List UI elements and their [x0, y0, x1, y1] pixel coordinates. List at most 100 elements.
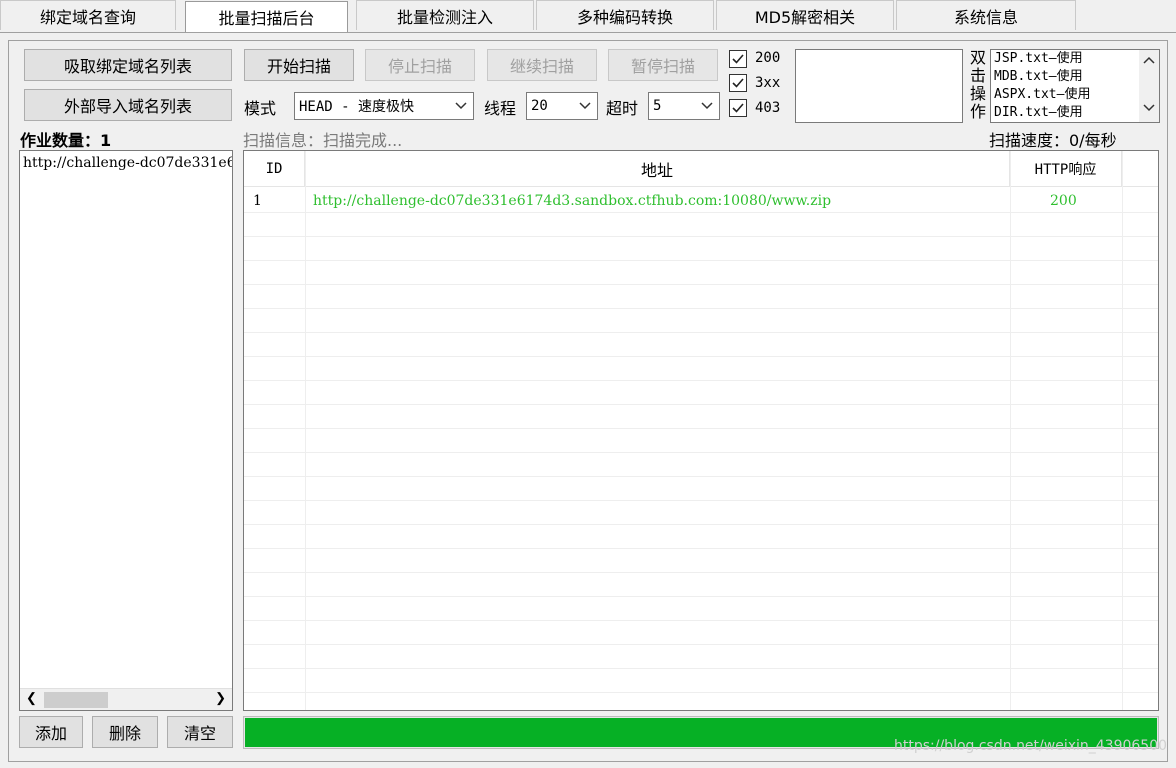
row-divider	[244, 548, 1158, 549]
tab-bind-domain-query[interactable]: 绑定域名查询	[0, 0, 176, 30]
checkbox-200-label: 200	[755, 50, 781, 66]
mode-select[interactable]: HEAD - 速度极快	[294, 92, 474, 120]
tab-label: 系统信息	[953, 7, 1018, 27]
watermark: https://blog.csdn.net/weixin_43906500	[894, 738, 1168, 754]
continue-scan-button[interactable]: 继续扫描	[487, 49, 597, 81]
chevron-down-icon[interactable]	[695, 93, 719, 119]
dictionary-list[interactable]: JSP.txt—使用 MDB.txt—使用 ASPX.txt—使用 DIR.tx…	[990, 49, 1160, 123]
label-char: 击	[969, 66, 986, 85]
tab-label: 批量扫描后台	[218, 9, 315, 28]
grab-domain-list-button[interactable]: 吸取绑定域名列表	[24, 49, 232, 81]
scroll-thumb[interactable]	[44, 692, 108, 708]
timeout-label: 超时	[606, 99, 639, 118]
button-label: 暂停扫描	[630, 57, 695, 76]
tab-batch-sql-injection[interactable]: 批量检测注入	[356, 0, 534, 30]
row-divider	[244, 524, 1158, 525]
button-label: 继续扫描	[509, 57, 574, 76]
tab-system-info[interactable]: 系统信息	[896, 0, 1076, 30]
list-item[interactable]: MDB.txt—使用	[994, 68, 1159, 86]
pause-scan-button[interactable]: 暂停扫描	[608, 49, 718, 81]
row-divider	[244, 620, 1158, 621]
row-divider	[244, 500, 1158, 501]
scroll-left-icon[interactable]: ❮	[26, 691, 37, 706]
select-value: 5	[653, 98, 662, 114]
column-divider	[1122, 151, 1123, 710]
import-domain-list-button[interactable]: 外部导入域名列表	[24, 89, 232, 121]
tab-label: 多种编码转换	[576, 7, 673, 27]
row-divider	[244, 428, 1158, 429]
scroll-right-icon[interactable]: ❯	[215, 691, 226, 706]
row-divider	[244, 212, 1158, 213]
results-table[interactable]: ID 地址 HTTP响应 1 http://challenge-dc07de33…	[243, 150, 1159, 711]
threads-select[interactable]: 20	[526, 92, 598, 120]
list-item[interactable]: http://challenge-dc07de331e6174d3.sandbo…	[23, 155, 232, 171]
stop-scan-button[interactable]: 停止扫描	[365, 49, 475, 81]
label-char: 作	[969, 102, 986, 121]
row-url: http://challenge-dc07de331e6174d3.sandbo…	[313, 193, 832, 209]
tab-label: 批量检测注入	[396, 7, 493, 27]
start-scan-button[interactable]: 开始扫描	[244, 49, 354, 81]
row-divider	[244, 452, 1158, 453]
row-divider	[244, 308, 1158, 309]
row-divider	[244, 236, 1158, 237]
table-header: ID 地址 HTTP响应	[244, 151, 1158, 187]
tab-bar: 绑定域名查询 批量扫描后台 批量检测注入 多种编码转换 MD5解密相关 系统信息	[0, 0, 1176, 33]
tab-divider	[0, 32, 1176, 33]
tab-encoding-conversion[interactable]: 多种编码转换	[536, 0, 714, 30]
checkbox-403[interactable]	[729, 99, 747, 117]
row-divider	[244, 332, 1158, 333]
tab-label: 绑定域名查询	[39, 7, 136, 27]
clear-button[interactable]: 清空	[167, 716, 233, 748]
button-label: 删除	[108, 724, 141, 743]
button-label: 停止扫描	[387, 57, 452, 76]
button-label: 添加	[34, 724, 67, 743]
threads-label: 线程	[484, 99, 517, 118]
chevron-down-icon[interactable]	[573, 93, 597, 119]
tab-md5-decrypt[interactable]: MD5解密相关	[716, 0, 894, 30]
horizontal-scrollbar[interactable]: ❮ ❯	[20, 688, 232, 710]
custom-input-textarea[interactable]	[795, 49, 963, 123]
column-divider	[305, 151, 306, 710]
button-label: 清空	[183, 724, 216, 743]
column-divider	[1010, 151, 1011, 710]
label-char: 双	[969, 48, 986, 67]
scan-speed-label: 扫描速度：0/每秒	[989, 131, 1117, 150]
label-char: 操	[969, 84, 986, 103]
column-header-address[interactable]: 地址	[305, 151, 1010, 187]
timeout-select[interactable]: 5	[648, 92, 720, 120]
column-header-http-response[interactable]: HTTP响应	[1010, 151, 1122, 187]
list-item[interactable]: ASPX.txt—使用	[994, 86, 1159, 104]
list-item[interactable]: JSP.txt—使用	[994, 50, 1159, 68]
select-value: HEAD - 速度极快	[299, 99, 415, 115]
scroll-up-icon[interactable]	[1143, 52, 1155, 70]
add-button[interactable]: 添加	[19, 716, 83, 748]
row-status: 200	[1050, 193, 1077, 209]
domain-list[interactable]: http://challenge-dc07de331e6174d3.sandbo…	[19, 150, 233, 711]
check-icon	[732, 103, 744, 113]
scroll-down-icon[interactable]	[1143, 100, 1155, 118]
checkbox-200[interactable]	[729, 50, 747, 68]
tab-label: MD5解密相关	[754, 7, 856, 27]
chevron-down-icon[interactable]	[449, 93, 473, 119]
job-count-label: 作业数量：1	[20, 131, 112, 150]
row-divider	[244, 668, 1158, 669]
vertical-scrollbar[interactable]	[1139, 50, 1159, 122]
column-header-id[interactable]: ID	[244, 151, 305, 187]
row-divider	[244, 356, 1158, 357]
select-value: 20	[531, 98, 548, 114]
button-label: 外部导入域名列表	[63, 97, 192, 116]
delete-button[interactable]: 删除	[92, 716, 158, 748]
checkbox-3xx-label: 3xx	[755, 75, 781, 91]
button-label: 开始扫描	[266, 57, 331, 76]
checkbox-3xx[interactable]	[729, 74, 747, 92]
row-id: 1	[253, 193, 262, 209]
row-divider	[244, 644, 1158, 645]
scan-info-label: 扫描信息：扫描完成...	[243, 131, 403, 150]
row-divider	[244, 572, 1158, 573]
check-icon	[732, 54, 744, 64]
row-divider	[244, 596, 1158, 597]
tab-batch-scan-admin[interactable]: 批量扫描后台	[185, 1, 348, 32]
row-divider	[244, 260, 1158, 261]
mode-label: 模式	[244, 99, 277, 118]
list-item[interactable]: DIR.txt—使用	[994, 104, 1159, 122]
